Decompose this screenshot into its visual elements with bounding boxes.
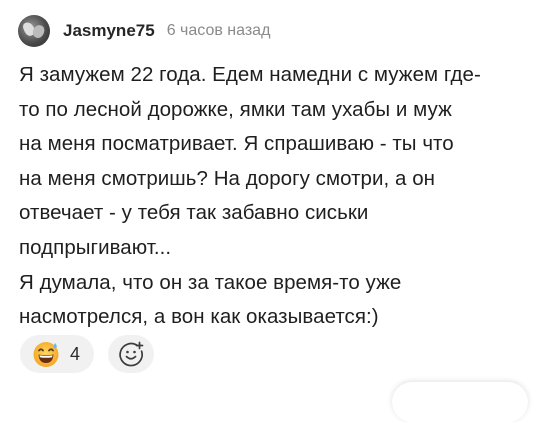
comment-line: насмотрелся, а вон как оказывается:)	[19, 305, 379, 329]
comment-line: Я замужем 22 года. Едем намедни с мужем …	[19, 63, 481, 86]
comment-line: подпрыгивают...	[19, 235, 172, 259]
add-reaction-smiley-icon	[119, 341, 144, 367]
comment-header: Jasmyne75 6 часов назад	[18, 14, 270, 48]
reaction-button[interactable]: 4	[20, 335, 95, 373]
reactions-bar: 4	[20, 335, 155, 373]
reaction-count: 4	[70, 343, 81, 364]
comment-line: Я думала, что он за такое время-то уже	[19, 270, 402, 294]
comment-text: Я замужем 22 года. Едем намедни с мужем …	[19, 58, 524, 335]
add-reaction-button[interactable]	[108, 335, 155, 373]
comment-line: то по лесной дорожке, ямки там ухабы и м…	[19, 97, 452, 121]
comment-line: отвечает - у тебя так забавно сиськи	[19, 201, 369, 225]
user-avatar[interactable]	[18, 15, 50, 47]
comment-line: на меня смотришь? На дорогу смотри, а он	[19, 166, 436, 190]
floating-panel-edge	[392, 382, 528, 422]
username[interactable]: Jasmyne75	[63, 21, 155, 41]
comment-line: на меня посматривает. Я спрашиваю - ты ч…	[19, 132, 454, 156]
timestamp: 6 часов назад	[166, 22, 271, 39]
grinning-sweat-emoji-icon	[33, 342, 59, 367]
